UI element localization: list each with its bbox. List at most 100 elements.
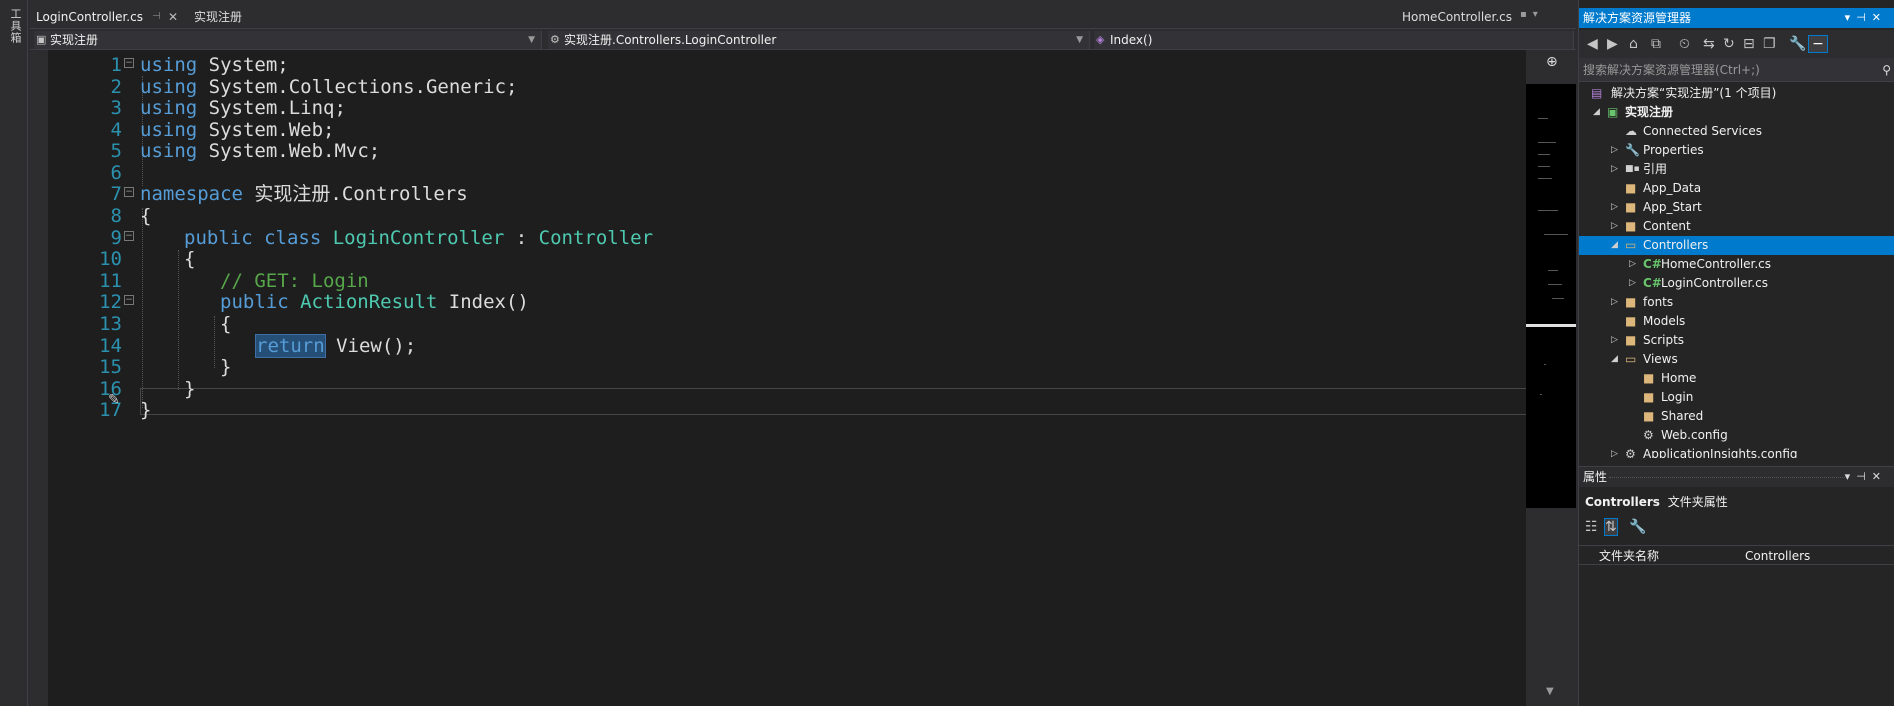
tree-node-home-controller[interactable]: ▷ C# HomeController.cs bbox=[1579, 255, 1894, 274]
switch-views-icon[interactable]: ⧉ bbox=[1651, 36, 1661, 52]
tree-node-views-login[interactable]: ■ Login bbox=[1579, 388, 1894, 407]
collapse-icon[interactable]: − bbox=[124, 295, 134, 305]
code-line-7[interactable]: namespace 实现注册.Controllers bbox=[140, 181, 468, 207]
collapse-all-icon[interactable]: ⊟ bbox=[1743, 36, 1755, 52]
expanded-arrow-icon[interactable]: ◢ bbox=[1611, 236, 1618, 255]
tree-node-content[interactable]: ▷ ■ Content bbox=[1579, 217, 1894, 236]
collapsed-arrow-icon[interactable]: ▷ bbox=[1629, 255, 1636, 274]
split-window-icon[interactable]: ⊕ bbox=[1546, 54, 1558, 70]
tree-node-references[interactable]: ▷ ■▪ 引用 bbox=[1579, 160, 1894, 179]
chevron-down-icon: ▼ bbox=[1076, 35, 1083, 45]
code-line-8[interactable]: { bbox=[140, 203, 151, 229]
code-line-13[interactable]: { bbox=[220, 311, 231, 337]
tree-node-scripts[interactable]: ▷ ■ Scripts bbox=[1579, 331, 1894, 350]
tree-label: App_Data bbox=[1643, 181, 1702, 195]
sync-icon[interactable]: ⇆ bbox=[1703, 36, 1715, 52]
minimap-viewport[interactable] bbox=[1526, 324, 1576, 327]
refresh-icon[interactable]: ↻ bbox=[1723, 36, 1735, 52]
class-dropdown[interactable]: ⚙ 实现注册.Controllers.LoginController ▼ bbox=[548, 31, 1090, 49]
code-line-17[interactable]: } bbox=[140, 397, 151, 423]
back-icon[interactable]: ◀ bbox=[1587, 36, 1598, 52]
panel-window-controls[interactable]: ▾⊣✕ bbox=[1845, 467, 1887, 487]
property-pages-icon[interactable]: 🔧 bbox=[1629, 519, 1646, 535]
collapsed-arrow-icon[interactable]: ▷ bbox=[1611, 160, 1618, 179]
code-line-14[interactable]: return View(); bbox=[255, 333, 416, 359]
collapsed-arrow-icon[interactable]: ▷ bbox=[1611, 198, 1618, 217]
code-line-10[interactable]: { bbox=[184, 246, 195, 272]
tree-node-views[interactable]: ◢ ▭ Views bbox=[1579, 350, 1894, 369]
code-line-9[interactable]: public class LoginController : Controlle… bbox=[184, 225, 653, 251]
tree-node-views-home[interactable]: ■ Home bbox=[1579, 369, 1894, 388]
vertical-scrollbar[interactable]: ⊕ ▼ bbox=[1526, 50, 1576, 706]
collapse-icon[interactable]: − bbox=[124, 187, 134, 197]
code-text: Index() bbox=[437, 291, 529, 313]
panel-window-controls[interactable]: ▾⊣✕ bbox=[1845, 8, 1887, 28]
solution-explorer-panel: 解决方案资源管理器 ▾⊣✕ ◀ ▶ ⌂ ⧉ ⏲ ⇆ ↻ ⊟ ❐ 🔧 − 搜索解决… bbox=[1578, 0, 1894, 706]
tree-node-app-start[interactable]: ▷ ■ App_Start bbox=[1579, 198, 1894, 217]
properties-object-name: Controllers bbox=[1585, 495, 1660, 509]
categorized-icon[interactable]: ☷ bbox=[1585, 519, 1598, 535]
collapsed-arrow-icon[interactable]: ▷ bbox=[1611, 217, 1618, 236]
collapse-icon[interactable]: − bbox=[124, 58, 134, 68]
tree-node-views-shared[interactable]: ■ Shared bbox=[1579, 407, 1894, 426]
tree-node-views-webconfig[interactable]: ⚙ Web.config bbox=[1579, 426, 1894, 445]
code-line-12[interactable]: public ActionResult Index() bbox=[220, 289, 529, 315]
collapsed-arrow-icon[interactable]: ▷ bbox=[1611, 331, 1618, 350]
tree-node-models[interactable]: ■ Models bbox=[1579, 312, 1894, 331]
collapsed-arrow-icon[interactable]: ▷ bbox=[1611, 445, 1618, 458]
tree-node-app-data[interactable]: ■ App_Data bbox=[1579, 179, 1894, 198]
show-all-files-icon[interactable]: ❐ bbox=[1763, 36, 1776, 52]
toolbox-label[interactable]: 工具箱 bbox=[7, 8, 23, 44]
tab-login-controller[interactable]: LoginController.cs ⊣ ✕ bbox=[30, 6, 182, 28]
tree-label: 解决方案“实现注册”(1 个项目) bbox=[1611, 86, 1777, 100]
pin-icon[interactable]: ⊣ bbox=[152, 6, 161, 28]
forward-icon[interactable]: ▶ bbox=[1607, 36, 1618, 52]
code-minimap[interactable] bbox=[1526, 84, 1576, 508]
expanded-arrow-icon[interactable]: ◢ bbox=[1593, 103, 1600, 122]
pending-changes-filter-icon[interactable]: ⏲ bbox=[1679, 36, 1690, 52]
csharp-file-icon: C# bbox=[1643, 257, 1662, 271]
alphabetical-icon[interactable]: ⇅ bbox=[1604, 518, 1618, 536]
code-text: System.Web.Mvc; bbox=[197, 140, 381, 162]
tree-node-appinsights-config[interactable]: ▷ ⚙ ApplicationInsights.config bbox=[1579, 445, 1894, 458]
solution-explorer-title-bar[interactable]: 解决方案资源管理器 ▾⊣✕ bbox=[1579, 8, 1894, 28]
indent-guide bbox=[214, 316, 215, 368]
collapse-icon[interactable]: − bbox=[124, 231, 134, 241]
code-line-15[interactable]: } bbox=[220, 354, 231, 380]
title-grip bbox=[1609, 477, 1849, 478]
tree-label: Web.config bbox=[1661, 428, 1728, 442]
code-line-16[interactable]: } bbox=[184, 376, 195, 402]
collapsed-arrow-icon[interactable]: ▷ bbox=[1629, 274, 1636, 293]
tree-node-solution[interactable]: ▤ 解决方案“实现注册”(1 个项目) bbox=[1579, 84, 1894, 103]
properties-title-bar[interactable]: 属性 ▾⊣✕ bbox=[1579, 467, 1894, 487]
close-icon[interactable]: ✕ bbox=[168, 6, 178, 28]
preview-selected-icon[interactable]: − bbox=[1808, 35, 1828, 53]
tab-project[interactable]: 实现注册 bbox=[188, 6, 248, 28]
property-row-folder-name[interactable]: 文件夹名称 Controllers bbox=[1579, 545, 1894, 565]
toolbox-strip[interactable]: 工具箱 bbox=[0, 0, 28, 706]
edit-pencil-icon[interactable]: ✎ bbox=[108, 392, 120, 408]
member-dropdown[interactable]: ◈ Index() bbox=[1094, 31, 1574, 49]
solution-search-input[interactable]: 搜索解决方案资源管理器(Ctrl+;) ⚲ bbox=[1579, 58, 1894, 82]
folder-icon: ■ bbox=[1643, 409, 1655, 423]
tree-label: Scripts bbox=[1643, 333, 1685, 347]
properties-wrench-icon[interactable]: 🔧 bbox=[1789, 36, 1806, 52]
code-editor[interactable]: 1 2 3 4 5 6 7 8 9 10 11 12 13 14 15 16 1… bbox=[48, 50, 1530, 706]
collapsed-arrow-icon[interactable]: ▷ bbox=[1611, 293, 1618, 312]
tree-node-connected-services[interactable]: ☁ Connected Services bbox=[1579, 122, 1894, 141]
tree-node-controllers[interactable]: ◢ ▭ Controllers bbox=[1579, 236, 1894, 255]
scroll-down-icon[interactable]: ▼ bbox=[1546, 686, 1554, 697]
properties-object-selector[interactable]: Controllers 文件夹属性 bbox=[1585, 493, 1728, 510]
code-line-5[interactable]: using System.Web.Mvc; bbox=[140, 138, 380, 164]
home-icon[interactable]: ⌂ bbox=[1629, 36, 1638, 52]
tab-overflow-controls[interactable]: ▪▾ bbox=[1520, 9, 1544, 20]
tree-node-fonts[interactable]: ▷ ■ fonts bbox=[1579, 293, 1894, 312]
expanded-arrow-icon[interactable]: ◢ bbox=[1611, 350, 1618, 369]
tab-home-controller-preview[interactable]: HomeController.cs bbox=[1396, 6, 1518, 28]
tree-node-project[interactable]: ◢ ▣ 实现注册 bbox=[1579, 103, 1894, 122]
project-dropdown[interactable]: ▣ 实现注册 ▼ bbox=[34, 31, 542, 49]
search-icon[interactable]: ⚲ bbox=[1882, 58, 1891, 82]
collapsed-arrow-icon[interactable]: ▷ bbox=[1611, 141, 1618, 160]
tree-node-login-controller[interactable]: ▷ C# LoginController.cs bbox=[1579, 274, 1894, 293]
tree-node-properties[interactable]: ▷ 🔧 Properties bbox=[1579, 141, 1894, 160]
